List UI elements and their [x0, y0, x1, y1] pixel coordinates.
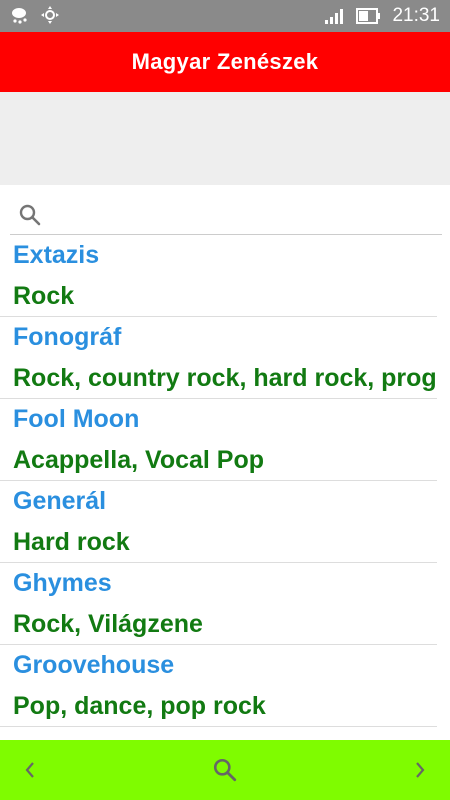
search-icon [18, 203, 42, 227]
item-name: Generál [13, 487, 107, 515]
list-item[interactable]: Groovehouse Pop, dance, pop rock [0, 645, 437, 727]
search-icon [212, 757, 238, 783]
battery-icon [356, 7, 382, 25]
list-item[interactable]: Fonográf Rock, country rock, hard rock, … [0, 317, 437, 399]
bottom-bar [0, 740, 450, 800]
item-genre: Rock, country rock, hard rock, prog [13, 364, 437, 392]
item-genre: Rock, Világzene [13, 610, 203, 638]
list-item[interactable]: Extazis Rock [0, 235, 437, 317]
item-name: Extazis [13, 241, 100, 269]
search-input[interactable] [48, 199, 442, 231]
chevron-left-icon [23, 760, 37, 780]
item-genre: Hard rock [13, 528, 130, 556]
previous-button[interactable] [0, 740, 60, 800]
list-item[interactable]: Generál Hard rock [0, 481, 437, 563]
app-bar: Magyar Zenészek [0, 32, 450, 92]
musician-list[interactable]: Extazis Rock Fonográf Rock, country rock… [0, 235, 437, 740]
signal-icon [324, 7, 346, 25]
chevron-right-icon [413, 760, 427, 780]
next-button[interactable] [390, 740, 450, 800]
item-genre: Rock [13, 282, 75, 310]
search-button[interactable] [195, 740, 255, 800]
status-bar: 21:31 [0, 0, 450, 32]
ad-banner [0, 92, 450, 185]
weather-icon [10, 5, 32, 25]
item-name: Ghymes [13, 569, 112, 597]
item-name: Fonográf [13, 323, 122, 351]
list-item[interactable]: Ghymes Rock, Világzene [0, 563, 437, 645]
item-name: Groovehouse [13, 651, 175, 679]
navigation-icon [40, 5, 60, 25]
list-item[interactable]: Fool Moon Acappella, Vocal Pop [0, 399, 437, 481]
app-title: Magyar Zenészek [131, 49, 319, 74]
item-genre: Pop, dance, pop rock [13, 692, 266, 720]
item-genre: Acappella, Vocal Pop [13, 446, 265, 474]
status-time: 21:31 [392, 5, 440, 26]
item-name: Fool Moon [13, 405, 140, 433]
search-bar[interactable] [10, 196, 442, 235]
